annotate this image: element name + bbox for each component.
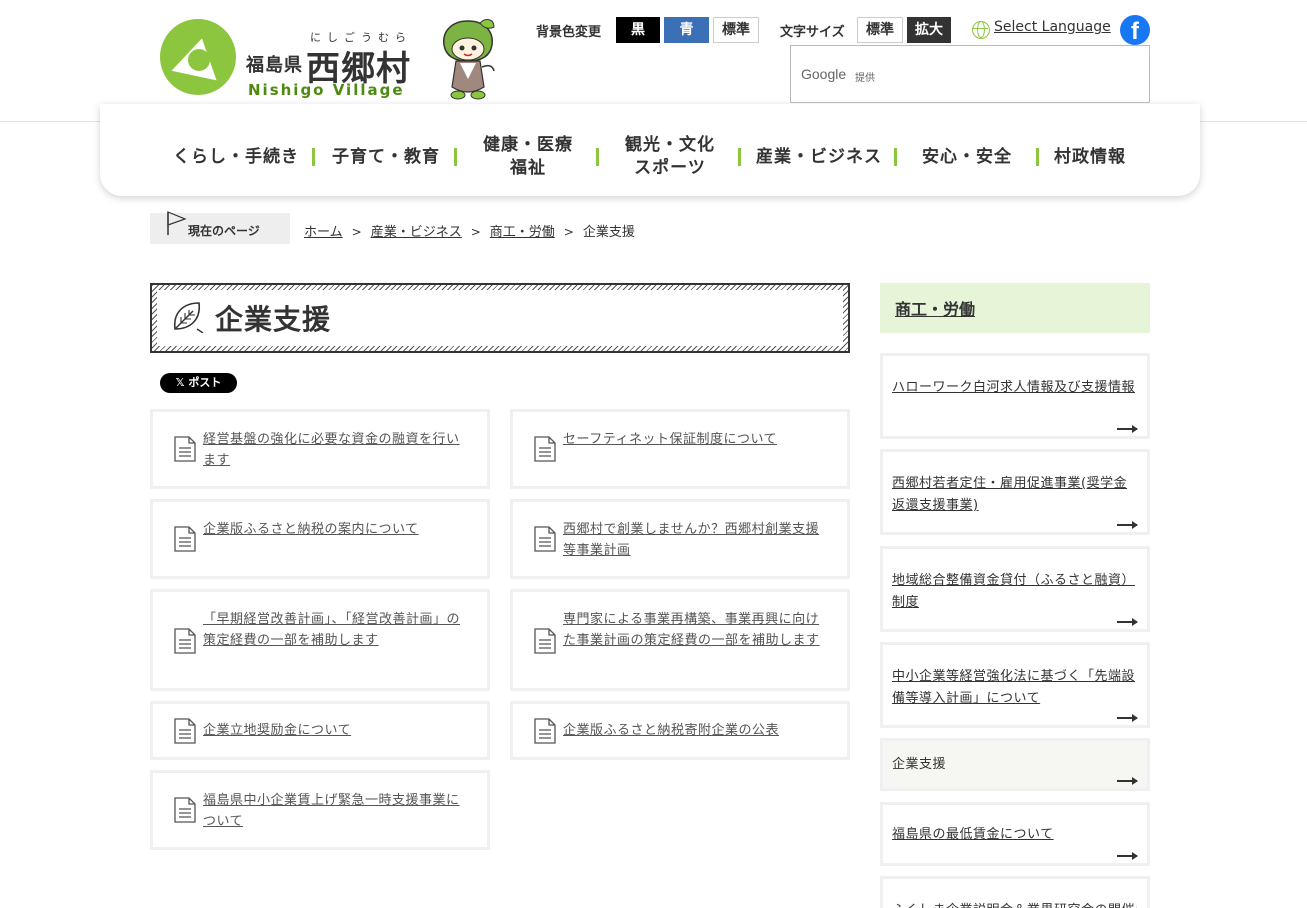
link-card: 西郷村で創業しませんか？西郷村創業支援等事業計画 <box>510 499 850 579</box>
document-icon <box>174 797 196 823</box>
chevron-right-icon: > <box>563 225 574 239</box>
nav-kenko[interactable]: 健康・医療 福祉 <box>460 128 596 186</box>
nav-kurashi[interactable]: くらし・手続き <box>160 128 312 186</box>
leaf-icon <box>174 302 204 333</box>
nav-kanko[interactable]: 観光・文化 スポーツ <box>602 128 738 186</box>
nav-divider <box>596 148 599 166</box>
arrow-right-icon <box>1117 852 1138 860</box>
breadcrumb-shoko[interactable]: 商工・労働 <box>490 225 555 240</box>
sidebar-item-label[interactable]: 中小企業等経営強化法に基づく「先端設備等導入計画」について <box>892 666 1137 710</box>
link-card: セーフティネット保証制度について <box>510 409 850 489</box>
sidebar-item-label[interactable]: 地域総合整備資金貸付（ふるさと融資）制度 <box>892 570 1137 614</box>
nav-divider <box>894 148 897 166</box>
sidebar-item-label[interactable]: ふくしま企業説明会＆業界研究会の開催について <box>892 900 1137 908</box>
bg-color-label: 背景色変更 <box>536 25 602 40</box>
card-link[interactable]: 企業立地奨励金について <box>203 720 465 741</box>
chevron-right-icon: > <box>351 225 362 239</box>
link-card: 福島県中小企業賃上げ緊急一時支援事業について <box>150 770 490 850</box>
site-logo[interactable]: 福島県 にしごうむら 西郷村 Nishigo Village <box>160 17 510 102</box>
sidebar-item-label: 企業支援 <box>892 757 947 772</box>
arrow-right-icon <box>1117 714 1138 722</box>
document-icon <box>534 526 556 552</box>
card-link[interactable]: 福島県中小企業賃上げ緊急一時支援事業について <box>203 790 465 832</box>
document-icon <box>174 526 196 552</box>
sidebar-heading-link[interactable]: 商工・労働 <box>895 296 975 320</box>
card-link[interactable]: セーフティネット保証制度について <box>563 429 825 450</box>
google-provided-label: 提供 <box>855 73 875 84</box>
sidebar-heading: 商工・労働 <box>880 283 1150 333</box>
flag-icon <box>167 211 187 235</box>
sidebar-item-label[interactable]: 西郷村若者定住・雇用促進事業(奨学金返還支援事業) <box>892 473 1137 517</box>
font-size-label: 文字サイズ <box>780 25 845 40</box>
document-icon <box>534 628 556 654</box>
link-card: 「早期経営改善計画」、「経営改善計画」の策定経費の一部を補助します <box>150 589 490 691</box>
arrow-right-icon <box>1117 618 1138 626</box>
global-nav: くらし・手続き 子育て・教育 健康・医療 福祉 観光・文化 スポーツ 産業・ビジ… <box>160 128 1140 186</box>
card-link[interactable]: 経営基盤の強化に必要な資金の融資を行います <box>203 429 465 471</box>
nav-divider <box>312 148 315 166</box>
nav-anshin[interactable]: 安心・安全 <box>900 128 1034 186</box>
breadcrumb-current: 企業支援 <box>582 225 635 240</box>
card-link[interactable]: 「早期経営改善計画」、「経営改善計画」の策定経費の一部を補助します <box>203 609 465 651</box>
page-title-box: 企業支援 <box>150 283 850 353</box>
card-link[interactable]: 企業版ふるさと納税の案内について <box>203 519 465 540</box>
font-standard-button[interactable]: 標準 <box>857 17 903 43</box>
document-icon <box>534 718 556 744</box>
arrow-right-icon <box>1117 777 1138 785</box>
sidebar-item[interactable]: ハローワーク白河求人情報及び支援情報 <box>880 353 1150 439</box>
facebook-icon[interactable]: f <box>1120 15 1150 45</box>
sidebar-item[interactable]: 西郷村若者定住・雇用促進事業(奨学金返還支援事業) <box>880 449 1150 535</box>
document-icon <box>534 436 556 462</box>
link-card: 専門家による事業再構築、事業再興に向けた事業計画の策定経費の一部を補助します <box>510 589 850 691</box>
nav-sangyo[interactable]: 産業・ビジネス <box>744 128 894 186</box>
document-icon <box>174 718 196 744</box>
sidebar-item[interactable]: 福島県の最低賃金について <box>880 802 1150 866</box>
sidebar-item[interactable]: 地域総合整備資金貸付（ふるさと融資）制度 <box>880 546 1150 632</box>
sidebar-item-label[interactable]: ハローワーク白河求人情報及び支援情報 <box>892 377 1137 399</box>
bg-black-button[interactable]: 黒 <box>616 17 660 43</box>
document-icon <box>174 628 196 654</box>
font-large-button[interactable]: 拡大 <box>907 17 951 43</box>
nav-divider <box>1036 148 1039 166</box>
link-card: 企業版ふるさと納税の案内について <box>150 499 490 579</box>
link-card: 企業立地奨励金について <box>150 701 490 760</box>
sidebar-item-current[interactable]: 企業支援 <box>880 738 1150 791</box>
bg-blue-button[interactable]: 青 <box>664 17 709 43</box>
x-post-button[interactable]: 𝕏 ポスト <box>160 373 237 393</box>
nav-divider <box>738 148 741 166</box>
nav-divider <box>454 148 457 166</box>
globe-icon <box>972 21 990 39</box>
village-emblem-icon <box>160 19 236 95</box>
sidebar-item[interactable]: ふくしま企業説明会＆業界研究会の開催について <box>880 876 1150 908</box>
sidebar-item[interactable]: 中小企業等経営強化法に基づく「先端設備等導入計画」について <box>880 642 1150 728</box>
arrow-right-icon <box>1117 425 1138 433</box>
logo-prefecture: 福島県 <box>246 55 303 76</box>
link-card: 企業版ふるさと納税寄附企業の公表 <box>510 701 850 760</box>
current-page-label: 現在のページ <box>150 211 290 244</box>
google-label: Google <box>801 66 847 82</box>
logo-romanized: Nishigo Village <box>248 81 405 99</box>
card-link[interactable]: 企業版ふるさと納税寄附企業の公表 <box>563 720 825 741</box>
site-search-box[interactable]: Google 提供 <box>790 45 1150 103</box>
breadcrumb-home[interactable]: ホーム <box>304 225 343 240</box>
card-link[interactable]: 専門家による事業再構築、事業再興に向けた事業計画の策定経費の一部を補助します <box>563 609 825 651</box>
link-card: 経営基盤の強化に必要な資金の融資を行います <box>150 409 490 489</box>
document-icon <box>174 436 196 462</box>
bg-standard-button[interactable]: 標準 <box>713 17 759 43</box>
card-link[interactable]: 西郷村で創業しませんか？西郷村創業支援等事業計画 <box>563 519 825 561</box>
chevron-right-icon: > <box>470 225 481 239</box>
breadcrumb: ホーム > 産業・ビジネス > 商工・労働 > 企業支援 <box>304 221 635 240</box>
select-language-link[interactable]: Select Language <box>994 19 1111 35</box>
nav-sonsei[interactable]: 村政情報 <box>1042 128 1138 186</box>
sidebar-item-label[interactable]: 福島県の最低賃金について <box>892 824 1137 846</box>
page-title: 企業支援 <box>215 303 332 336</box>
arrow-right-icon <box>1117 521 1138 529</box>
mascot-icon <box>443 19 495 100</box>
current-page-text: 現在のページ <box>188 224 260 238</box>
breadcrumb-sangyo[interactable]: 産業・ビジネス <box>371 225 462 240</box>
nav-kosodate[interactable]: 子育て・教育 <box>318 128 454 186</box>
